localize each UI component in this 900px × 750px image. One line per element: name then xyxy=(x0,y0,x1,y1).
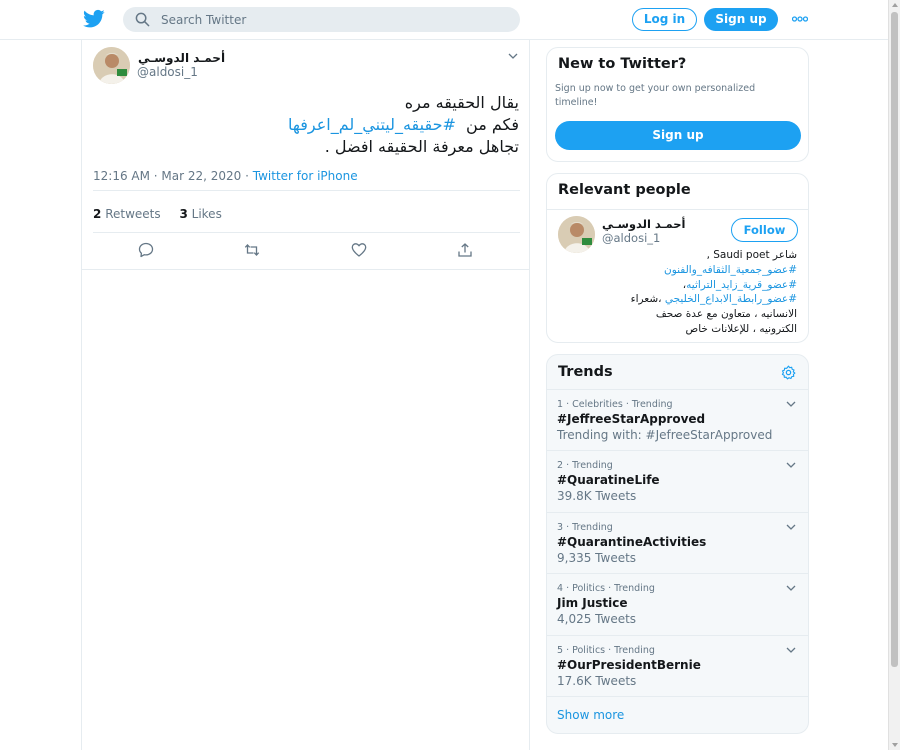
trend-name[interactable]: #JeffreeStarApproved xyxy=(557,412,705,426)
trend-context: 3 · Trending xyxy=(557,522,613,533)
trend-context: 4 · Politics · Trending xyxy=(557,583,655,594)
bio-line: #عضو_قرية_زايد_التراثيه، xyxy=(558,278,797,293)
chevron-down-icon[interactable] xyxy=(786,400,796,408)
bio-line: الانسانيه ، متعاون مع عدة صحف xyxy=(655,308,797,321)
new-to-twitter-description: Sign up now to get your own personalized… xyxy=(555,83,756,108)
show-more-row: Show more xyxy=(547,696,808,733)
trend-item[interactable]: 2 · Trending #QuaratineLife 39.8K Tweets xyxy=(547,450,808,511)
trend-context: 1 · Celebrities · Trending xyxy=(557,399,673,410)
retweet-icon[interactable] xyxy=(244,242,260,258)
trend-count: Trending with: #JefreeStarApproved xyxy=(557,428,773,442)
login-button[interactable]: Log in xyxy=(632,8,697,31)
tweet-column: أحمـد الدوسـي @aldosi_1 يقال الحقيقه مره… xyxy=(81,40,530,750)
trend-item[interactable]: 1 · Celebrities · Trending #JeffreeStarA… xyxy=(547,389,808,450)
hashtag-link[interactable]: #عضو_رابطة_الابداع_الخليجي xyxy=(665,293,797,305)
person-name[interactable]: أحمـد الدوسـي xyxy=(602,217,685,231)
retweets-count: 2 xyxy=(93,207,102,221)
bio-line: شاعر Saudi poet , xyxy=(706,249,797,261)
scroll-down-arrow-icon[interactable] xyxy=(892,743,898,747)
show-more-link[interactable]: Show more xyxy=(557,708,624,722)
trend-count: 39.8K Tweets xyxy=(557,489,637,503)
tweet-source-link[interactable]: Twitter for iPhone xyxy=(253,169,358,183)
signup-large-button[interactable]: Sign up xyxy=(555,121,801,150)
chevron-down-icon[interactable] xyxy=(786,584,796,592)
search-icon xyxy=(135,12,150,27)
tweet-text-fragment: فكم من xyxy=(466,115,519,134)
likes-label: Likes xyxy=(191,207,222,221)
reply-icon[interactable] xyxy=(138,242,154,258)
chevron-down-icon[interactable] xyxy=(786,461,796,469)
retweets-stat[interactable]: 2 Retweets xyxy=(93,207,161,221)
twitter-bird-icon[interactable] xyxy=(83,9,105,29)
scroll-up-arrow-icon[interactable] xyxy=(892,3,898,7)
hashtag-link[interactable]: #عضو_قرية_زايد_التراثيه xyxy=(686,279,797,291)
trend-item[interactable]: 3 · Trending #QuarantineActivities 9,335… xyxy=(547,512,808,573)
author-handle[interactable]: @aldosi_1 xyxy=(137,65,198,79)
trend-count: 9,335 Tweets xyxy=(557,551,637,565)
new-to-twitter-title: New to Twitter? xyxy=(558,56,687,72)
trend-name[interactable]: #OurPresidentBernie xyxy=(557,658,701,672)
trend-name[interactable]: #QuaratineLife xyxy=(557,473,660,487)
trends-card: Trends 1 · Celebrities · Trending #Jeffr… xyxy=(546,354,809,734)
tweet-timestamp[interactable]: 12:16 AM · Mar 22, 2020 · xyxy=(93,169,253,183)
relevant-people-title: Relevant people xyxy=(558,182,691,198)
search-input[interactable] xyxy=(161,7,501,32)
bio-text-fragment: ،شعراء xyxy=(630,293,662,306)
trend-name[interactable]: Jim Justice xyxy=(557,596,628,610)
chevron-down-icon[interactable] xyxy=(786,646,796,654)
page-scrollbar[interactable] xyxy=(888,0,900,750)
chevron-down-icon[interactable] xyxy=(508,52,518,60)
relevant-people-card: Relevant people أحمـد الدوسـي @aldosi_1 … xyxy=(546,173,809,343)
bio-line: #عضو_رابطة_الابداع_الخليجي ،شعراء xyxy=(558,292,797,307)
search-bar[interactable] xyxy=(123,7,520,32)
likes-stat[interactable]: 3 Likes xyxy=(179,207,221,221)
hashtag-link[interactable]: #عضو_جمعية_الثقافه_والفنون xyxy=(664,264,797,276)
tweet-line: فكم من #حقيقه_ليتني_لم_اعرفها xyxy=(92,114,519,136)
signup-button[interactable]: Sign up xyxy=(704,8,778,31)
hashtag-link[interactable]: #حقيقه_ليتني_لم_اعرفها xyxy=(288,115,456,134)
trend-item[interactable]: 5 · Politics · Trending #OurPresidentBer… xyxy=(547,635,808,696)
tweet-metadata: 12:16 AM · Mar 22, 2020 · Twitter for iP… xyxy=(93,169,358,183)
divider xyxy=(547,209,808,210)
trend-context: 5 · Politics · Trending xyxy=(557,645,655,656)
avatar[interactable] xyxy=(93,47,130,84)
share-icon[interactable] xyxy=(457,242,473,258)
gear-icon[interactable] xyxy=(781,365,796,380)
tweet-text: يقال الحقيقه مره فكم من #حقيقه_ليتني_لم_… xyxy=(92,92,519,158)
likes-count: 3 xyxy=(179,207,188,221)
follow-button[interactable]: Follow xyxy=(731,218,798,242)
trends-title: Trends xyxy=(558,364,613,380)
tweet-stats: 2 Retweets 3 Likes xyxy=(93,190,520,233)
like-icon[interactable] xyxy=(351,242,367,258)
tweet[interactable]: أحمـد الدوسـي @aldosi_1 يقال الحقيقه مره… xyxy=(82,40,529,270)
scrollbar-thumb[interactable] xyxy=(891,12,898,667)
trend-count: 17.6K Tweets xyxy=(557,674,637,688)
person-handle[interactable]: @aldosi_1 xyxy=(602,231,660,245)
tweet-line: تجاهل معرفة الحقيقه افضل . xyxy=(324,137,519,156)
retweets-label: Retweets xyxy=(105,207,161,221)
tweet-line: يقال الحقيقه مره xyxy=(404,93,519,112)
bio-line: الكترونيه ، للإعلانات خاص xyxy=(685,322,797,335)
trend-count: 4,025 Tweets xyxy=(557,612,637,626)
author-name[interactable]: أحمـد الدوسـي xyxy=(138,51,225,65)
top-navigation-bar: Log in Sign up xyxy=(0,0,888,40)
chevron-down-icon[interactable] xyxy=(786,523,796,531)
trend-name[interactable]: #QuarantineActivities xyxy=(557,535,706,549)
tweet-actions xyxy=(82,242,529,262)
more-options-icon[interactable] xyxy=(792,14,808,24)
avatar-image xyxy=(93,47,130,84)
trend-context: 2 · Trending xyxy=(557,460,613,471)
person-bio: شاعر Saudi poet , #عضو_جمعية_الثقافه_وال… xyxy=(558,248,797,337)
trend-item[interactable]: 4 · Politics · Trending Jim Justice 4,02… xyxy=(547,573,808,634)
new-to-twitter-card: New to Twitter? Sign up now to get your … xyxy=(546,47,809,162)
bio-line: #عضو_جمعية_الثقافه_والفنون xyxy=(558,263,797,278)
